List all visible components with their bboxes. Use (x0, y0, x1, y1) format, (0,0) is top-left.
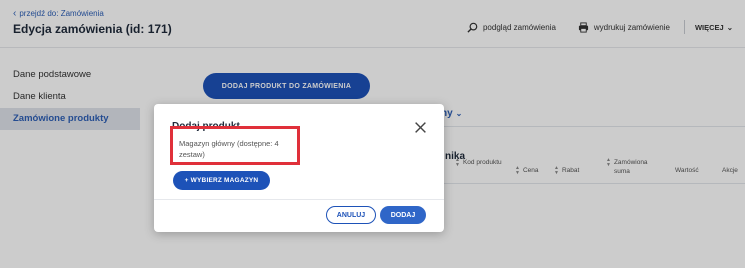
warehouse-availability: Magazyn główny (dostępne: 4 zestaw) (179, 137, 284, 160)
add-product-modal: Dodaj produkt Magazyn główny (dostępne: … (154, 104, 444, 232)
cancel-button[interactable]: ANULUJ (326, 206, 376, 224)
add-button[interactable]: DODAJ (380, 206, 426, 224)
modal-footer-divider (154, 199, 444, 200)
close-icon[interactable] (414, 121, 427, 134)
choose-warehouse-button[interactable]: + WYBIERZ MAGAZYN (173, 171, 270, 190)
